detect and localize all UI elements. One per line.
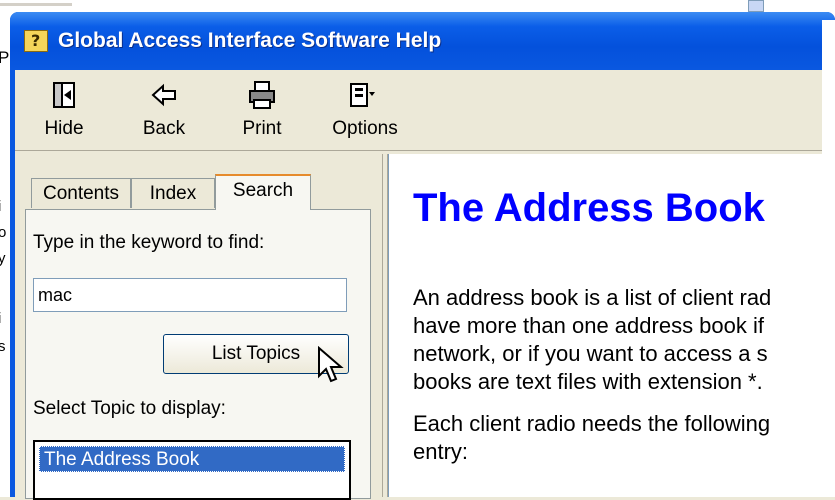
- toolbar: Hide Back Print Options: [15, 70, 835, 151]
- topic-list-item[interactable]: The Address Book: [39, 446, 345, 472]
- back-button[interactable]: Back: [129, 76, 199, 144]
- options-button[interactable]: Options: [325, 76, 405, 144]
- nav-tabs: Contents Index Search: [25, 174, 375, 210]
- paragraph-line: have more than one address book if: [413, 313, 765, 338]
- tab-contents[interactable]: Contents: [31, 178, 131, 208]
- topic-paragraph: Each client radio needs the following en…: [413, 410, 770, 466]
- topic-list[interactable]: The Address Book: [33, 440, 351, 500]
- print-label: Print: [242, 118, 282, 139]
- back-label: Back: [142, 118, 186, 139]
- background-scroll-button: [748, 0, 764, 12]
- hide-label: Hide: [44, 118, 84, 139]
- navigation-pane: Contents Index Search Type in the keywor…: [15, 154, 382, 500]
- background-char: o: [0, 224, 7, 241]
- hide-button[interactable]: Hide: [29, 76, 99, 144]
- background-char: s: [0, 338, 6, 355]
- options-label: Options: [332, 118, 398, 139]
- background-right-edge: [822, 20, 835, 497]
- title-bar[interactable]: ? Global Access Interface Software Help: [10, 12, 835, 70]
- window-client: Hide Back Print Options Contents Index S…: [15, 70, 835, 500]
- keyword-input[interactable]: [33, 278, 347, 312]
- mouse-cursor-icon: [317, 345, 345, 386]
- window-title: Global Access Interface Software Help: [58, 29, 442, 52]
- tab-index[interactable]: Index: [131, 178, 215, 208]
- topic-title: The Address Book: [413, 186, 765, 230]
- paragraph-line: An address book is a list of client rad: [413, 285, 772, 310]
- help-window: ? Global Access Interface Software Help …: [10, 12, 835, 500]
- paragraph-line: network, or if you want to access a s: [413, 341, 768, 366]
- hide-icon: [49, 80, 79, 110]
- keyword-label: Type in the keyword to find:: [33, 232, 265, 253]
- options-icon: [347, 80, 377, 110]
- help-icon: ?: [24, 30, 48, 52]
- paragraph-line: books are text files with extension *.: [413, 369, 763, 394]
- select-topic-label: Select Topic to display:: [33, 398, 226, 419]
- tab-search[interactable]: Search: [215, 174, 311, 210]
- printer-icon: [247, 80, 277, 110]
- back-arrow-icon: [149, 80, 179, 110]
- topic-content-pane: The Address Book An address book is a li…: [388, 154, 835, 497]
- background-char: y: [0, 250, 6, 267]
- topic-paragraph: An address book is a list of client rad …: [413, 284, 771, 396]
- background-bar: [0, 3, 72, 6]
- background-char: P: [0, 48, 10, 67]
- background-char: i: [0, 198, 1, 215]
- paragraph-line: entry:: [413, 439, 469, 464]
- background-char: i: [0, 310, 1, 327]
- print-button[interactable]: Print: [227, 76, 297, 144]
- paragraph-line: Each client radio needs the following: [413, 411, 771, 436]
